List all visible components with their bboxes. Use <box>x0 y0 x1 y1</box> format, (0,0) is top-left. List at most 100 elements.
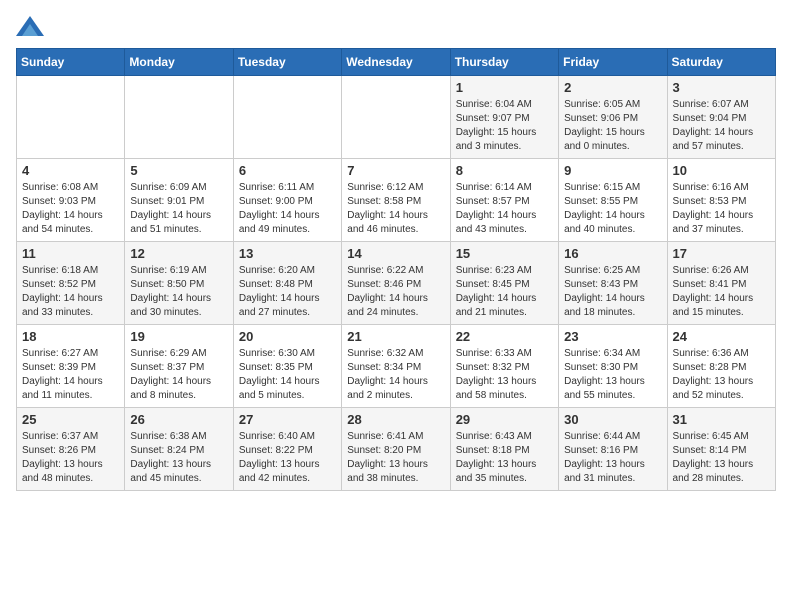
calendar-cell: 27 Sunrise: 6:40 AM Sunset: 8:22 PM Dayli… <box>233 408 341 491</box>
day-number: 12 <box>130 246 227 261</box>
calendar-cell: 13 Sunrise: 6:20 AM Sunset: 8:48 PM Dayli… <box>233 242 341 325</box>
calendar-cell: 16 Sunrise: 6:25 AM Sunset: 8:43 PM Dayli… <box>559 242 667 325</box>
calendar-cell: 11 Sunrise: 6:18 AM Sunset: 8:52 PM Dayli… <box>17 242 125 325</box>
day-info: Sunrise: 6:12 AM Sunset: 8:58 PM Dayligh… <box>347 181 444 237</box>
calendar-table: SundayMondayTuesdayWednesdayThursdayFrid… <box>16 48 776 491</box>
calendar-week-5: 25 Sunrise: 6:37 AM Sunset: 8:26 PM Dayli… <box>17 408 776 491</box>
day-number: 3 <box>673 80 770 95</box>
day-info: Sunrise: 6:11 AM Sunset: 9:00 PM Dayligh… <box>239 181 336 237</box>
calendar-cell: 23 Sunrise: 6:34 AM Sunset: 8:30 PM Dayli… <box>559 325 667 408</box>
calendar-cell: 21 Sunrise: 6:32 AM Sunset: 8:34 PM Dayli… <box>342 325 450 408</box>
day-number: 7 <box>347 163 444 178</box>
calendar-week-3: 11 Sunrise: 6:18 AM Sunset: 8:52 PM Dayli… <box>17 242 776 325</box>
calendar-cell: 9 Sunrise: 6:15 AM Sunset: 8:55 PM Daylig… <box>559 159 667 242</box>
day-info: Sunrise: 6:37 AM Sunset: 8:26 PM Dayligh… <box>22 430 119 486</box>
day-number: 19 <box>130 329 227 344</box>
calendar-cell: 26Sunrise: 6:38 AM Sunset: 8:24 PM Dayli… <box>125 408 233 491</box>
day-number: 16 <box>564 246 661 261</box>
day-number: 5 <box>130 163 227 178</box>
day-info: Sunrise: 6:07 AM Sunset: 9:04 PM Dayligh… <box>673 98 770 154</box>
calendar-cell <box>342 76 450 159</box>
header-wednesday: Wednesday <box>342 49 450 76</box>
day-info: Sunrise: 6:32 AM Sunset: 8:34 PM Dayligh… <box>347 347 444 403</box>
calendar-cell: 14 Sunrise: 6:22 AM Sunset: 8:46 PM Dayli… <box>342 242 450 325</box>
day-number: 9 <box>564 163 661 178</box>
day-number: 1 <box>456 80 553 95</box>
logo-icon <box>16 16 44 36</box>
day-info: Sunrise: 6:26 AM Sunset: 8:41 PM Dayligh… <box>673 264 770 320</box>
calendar-cell: 29 Sunrise: 6:43 AM Sunset: 8:18 PM Dayli… <box>450 408 558 491</box>
day-number: 20 <box>239 329 336 344</box>
calendar-cell: 7 Sunrise: 6:12 AM Sunset: 8:58 PM Daylig… <box>342 159 450 242</box>
calendar-cell: 25 Sunrise: 6:37 AM Sunset: 8:26 PM Dayli… <box>17 408 125 491</box>
calendar-cell: 12 Sunrise: 6:19 AM Sunset: 8:50 PM Dayli… <box>125 242 233 325</box>
day-number: 21 <box>347 329 444 344</box>
calendar-cell: 3 Sunrise: 6:07 AM Sunset: 9:04 PM Daylig… <box>667 76 775 159</box>
day-number: 11 <box>22 246 119 261</box>
day-number: 13 <box>239 246 336 261</box>
day-info: Sunrise: 6:41 AM Sunset: 8:20 PM Dayligh… <box>347 430 444 486</box>
day-info: Sunrise: 6:19 AM Sunset: 8:50 PM Dayligh… <box>130 264 227 320</box>
day-number: 2 <box>564 80 661 95</box>
day-number: 10 <box>673 163 770 178</box>
calendar-cell: 28 Sunrise: 6:41 AM Sunset: 8:20 PM Dayli… <box>342 408 450 491</box>
day-number: 18 <box>22 329 119 344</box>
page-header <box>16 16 776 36</box>
day-info: Sunrise: 6:20 AM Sunset: 8:48 PM Dayligh… <box>239 264 336 320</box>
day-info: Sunrise: 6:27 AM Sunset: 8:39 PM Dayligh… <box>22 347 119 403</box>
day-number: 31 <box>673 412 770 427</box>
header-friday: Friday <box>559 49 667 76</box>
day-info: Sunrise: 6:23 AM Sunset: 8:45 PM Dayligh… <box>456 264 553 320</box>
day-info: Sunrise: 6:14 AM Sunset: 8:57 PM Dayligh… <box>456 181 553 237</box>
calendar-cell: 19 Sunrise: 6:29 AM Sunset: 8:37 PM Dayli… <box>125 325 233 408</box>
logo <box>16 16 48 36</box>
day-number: 6 <box>239 163 336 178</box>
day-number: 24 <box>673 329 770 344</box>
calendar-week-2: 4 Sunrise: 6:08 AM Sunset: 9:03 PM Daylig… <box>17 159 776 242</box>
calendar-cell: 17 Sunrise: 6:26 AM Sunset: 8:41 PM Dayli… <box>667 242 775 325</box>
day-number: 4 <box>22 163 119 178</box>
day-info: Sunrise: 6:44 AM Sunset: 8:16 PM Dayligh… <box>564 430 661 486</box>
calendar-cell: 10Sunrise: 6:16 AM Sunset: 8:53 PM Dayli… <box>667 159 775 242</box>
day-number: 17 <box>673 246 770 261</box>
calendar-cell: 2 Sunrise: 6:05 AM Sunset: 9:06 PM Daylig… <box>559 76 667 159</box>
header-thursday: Thursday <box>450 49 558 76</box>
day-number: 14 <box>347 246 444 261</box>
calendar-cell <box>125 76 233 159</box>
day-info: Sunrise: 6:33 AM Sunset: 8:32 PM Dayligh… <box>456 347 553 403</box>
calendar-cell: 24Sunrise: 6:36 AM Sunset: 8:28 PM Dayli… <box>667 325 775 408</box>
calendar-cell: 4 Sunrise: 6:08 AM Sunset: 9:03 PM Daylig… <box>17 159 125 242</box>
day-info: Sunrise: 6:04 AM Sunset: 9:07 PM Dayligh… <box>456 98 553 154</box>
day-number: 23 <box>564 329 661 344</box>
day-info: Sunrise: 6:43 AM Sunset: 8:18 PM Dayligh… <box>456 430 553 486</box>
calendar-cell: 18 Sunrise: 6:27 AM Sunset: 8:39 PM Dayli… <box>17 325 125 408</box>
calendar-header-row: SundayMondayTuesdayWednesdayThursdayFrid… <box>17 49 776 76</box>
day-info: Sunrise: 6:05 AM Sunset: 9:06 PM Dayligh… <box>564 98 661 154</box>
calendar-cell: 20Sunrise: 6:30 AM Sunset: 8:35 PM Dayli… <box>233 325 341 408</box>
header-monday: Monday <box>125 49 233 76</box>
day-number: 25 <box>22 412 119 427</box>
calendar-cell: 8 Sunrise: 6:14 AM Sunset: 8:57 PM Daylig… <box>450 159 558 242</box>
calendar-cell: 15Sunrise: 6:23 AM Sunset: 8:45 PM Dayli… <box>450 242 558 325</box>
day-number: 29 <box>456 412 553 427</box>
header-saturday: Saturday <box>667 49 775 76</box>
calendar-cell <box>17 76 125 159</box>
day-number: 8 <box>456 163 553 178</box>
day-number: 28 <box>347 412 444 427</box>
day-info: Sunrise: 6:09 AM Sunset: 9:01 PM Dayligh… <box>130 181 227 237</box>
day-number: 27 <box>239 412 336 427</box>
day-info: Sunrise: 6:08 AM Sunset: 9:03 PM Dayligh… <box>22 181 119 237</box>
header-sunday: Sunday <box>17 49 125 76</box>
day-info: Sunrise: 6:25 AM Sunset: 8:43 PM Dayligh… <box>564 264 661 320</box>
day-info: Sunrise: 6:18 AM Sunset: 8:52 PM Dayligh… <box>22 264 119 320</box>
day-info: Sunrise: 6:40 AM Sunset: 8:22 PM Dayligh… <box>239 430 336 486</box>
day-info: Sunrise: 6:15 AM Sunset: 8:55 PM Dayligh… <box>564 181 661 237</box>
calendar-week-4: 18 Sunrise: 6:27 AM Sunset: 8:39 PM Dayli… <box>17 325 776 408</box>
calendar-week-1: 1 Sunrise: 6:04 AM Sunset: 9:07 PM Daylig… <box>17 76 776 159</box>
day-info: Sunrise: 6:29 AM Sunset: 8:37 PM Dayligh… <box>130 347 227 403</box>
day-info: Sunrise: 6:34 AM Sunset: 8:30 PM Dayligh… <box>564 347 661 403</box>
calendar-cell: 5 Sunrise: 6:09 AM Sunset: 9:01 PM Daylig… <box>125 159 233 242</box>
day-info: Sunrise: 6:22 AM Sunset: 8:46 PM Dayligh… <box>347 264 444 320</box>
calendar-cell: 22Sunrise: 6:33 AM Sunset: 8:32 PM Dayli… <box>450 325 558 408</box>
day-info: Sunrise: 6:38 AM Sunset: 8:24 PM Dayligh… <box>130 430 227 486</box>
